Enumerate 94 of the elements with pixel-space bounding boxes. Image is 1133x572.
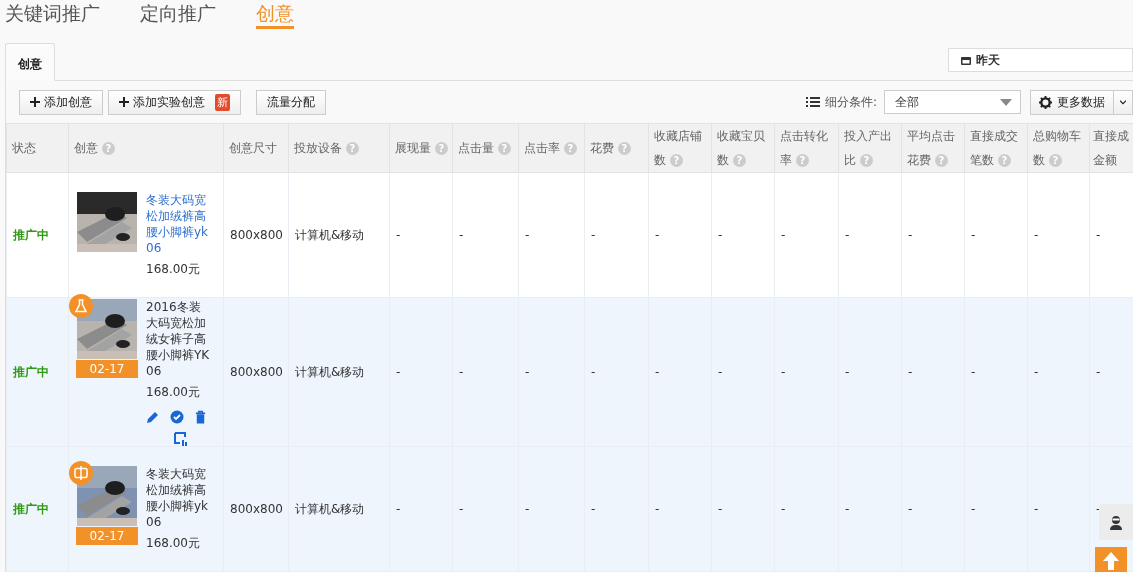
column-header: 总购物车 数 ? <box>1027 123 1090 173</box>
status-cell: 推广中 <box>6 172 69 298</box>
toolbar-button[interactable]: 添加实验创意 新 <box>108 89 241 115</box>
list-icon <box>805 97 820 107</box>
metric-cell: - <box>774 446 839 572</box>
metric-cell: - <box>648 297 712 447</box>
size-cell: 800x800 <box>223 172 289 298</box>
product-title: 2016冬装大码宽松加绒女裤子高腰小脚裤YK06 <box>146 298 211 379</box>
column-header: 状态 <box>6 123 69 173</box>
metric-cell: - <box>711 172 775 298</box>
new-badge: 新 <box>215 93 230 111</box>
metric-cell: - <box>518 297 585 447</box>
metric-cell: - <box>648 172 712 298</box>
plus-icon <box>119 97 129 107</box>
date-badge: 02-17 <box>76 527 138 545</box>
size-cell: 800x800 <box>223 297 289 447</box>
metric-cell: - <box>774 172 839 298</box>
column-header: 直接成 金额 <box>1089 123 1133 173</box>
device-cell: 计算机&移动 <box>288 172 390 298</box>
calendar-icon <box>961 55 971 65</box>
panel-tab[interactable]: 创意 <box>5 43 55 81</box>
column-header: 平均点击 花费 ? <box>901 123 965 173</box>
filter-select[interactable]: 全部 <box>884 90 1021 114</box>
check-circle-icon[interactable] <box>170 409 184 424</box>
caret-icon <box>1000 98 1012 106</box>
gear-icon <box>1039 95 1052 109</box>
metric-cell: - <box>1027 172 1090 298</box>
product-title: 冬装大码宽松加绒裤高腰小脚裤yk06 <box>146 466 210 530</box>
column-header: 花费 ? <box>584 123 649 173</box>
column-header: 收藏宝贝 数 ? <box>711 123 775 173</box>
split-icon <box>69 461 93 485</box>
metric-cell: - <box>1089 297 1133 447</box>
date-badge: 02-17 <box>76 359 138 378</box>
date-dropdown[interactable]: 昨天 <box>948 48 1133 72</box>
column-header: 收藏店铺 数 ? <box>648 123 712 173</box>
price: 168.00元 <box>146 535 201 552</box>
metric-cell: - <box>518 172 585 298</box>
column-header: 点击量 ? <box>452 123 519 173</box>
metric-cell: - <box>964 446 1028 572</box>
column-header: 创意 ? <box>68 123 224 173</box>
metric-cell: - <box>1027 297 1090 447</box>
metric-cell: - <box>1027 446 1090 572</box>
column-header: 投入产出 比 ? <box>838 123 902 173</box>
nav-tab[interactable]: 定向推广 <box>140 0 216 26</box>
pencil-icon[interactable] <box>146 409 160 424</box>
status-cell: 推广中 <box>6 297 69 447</box>
metric-cell: - <box>901 297 965 447</box>
column-header: 直接成交 笔数 ? <box>964 123 1028 173</box>
metric-cell: - <box>964 172 1028 298</box>
price: 168.00元 <box>146 261 201 278</box>
flask-icon <box>69 293 93 318</box>
status-cell: 推广中 <box>6 446 69 572</box>
dropdown-button[interactable] <box>1113 89 1133 115</box>
more-data-button[interactable]: 更多数据 <box>1030 89 1114 115</box>
metric-cell: - <box>838 446 902 572</box>
metric-cell: - <box>584 172 649 298</box>
up-arrow-icon <box>1103 552 1119 570</box>
metric-cell: - <box>452 446 519 572</box>
metric-cell: - <box>389 446 453 572</box>
toolbar-button[interactable]: 添加创意 <box>19 89 103 115</box>
metric-cell: - <box>452 297 519 447</box>
product-title[interactable]: 冬装大码宽松加绒裤高腰小脚裤yk06 <box>146 192 212 256</box>
metric-cell: - <box>584 297 649 447</box>
size-cell: 800x800 <box>223 446 289 572</box>
price: 168.00元 <box>146 383 201 401</box>
headset-person-icon <box>1108 514 1124 530</box>
column-header: 点击转化 率 ? <box>774 123 839 173</box>
metric-cell: - <box>648 446 712 572</box>
metric-cell: - <box>774 297 839 447</box>
metric-cell: - <box>901 446 965 572</box>
trash-icon[interactable] <box>194 409 207 424</box>
metric-cell: - <box>711 446 775 572</box>
toolbar-button[interactable]: 流量分配 <box>256 89 326 115</box>
metric-cell: - <box>711 297 775 447</box>
metric-cell: - <box>389 297 453 447</box>
metric-cell: - <box>584 446 649 572</box>
plus-icon <box>30 97 40 107</box>
caret-icon <box>1120 99 1126 105</box>
metric-cell: - <box>452 172 519 298</box>
metric-cell: - <box>389 172 453 298</box>
column-header: 展现量 ? <box>389 123 453 173</box>
column-header: 投放设备 ? <box>288 123 390 173</box>
column-header: 创意尺寸 <box>223 123 289 173</box>
metric-cell: - <box>518 446 585 572</box>
column-header: 点击率 ? <box>518 123 585 173</box>
customer-service-button[interactable] <box>1099 504 1133 540</box>
metric-cell: - <box>901 172 965 298</box>
metric-cell: - <box>838 172 902 298</box>
device-cell: 计算机&移动 <box>288 446 390 572</box>
device-cell: 计算机&移动 <box>288 297 390 447</box>
filter-label: 细分条件: <box>824 93 877 111</box>
metric-cell: - <box>964 297 1028 447</box>
nav-tab[interactable]: 关键词推广 <box>5 0 100 26</box>
metric-cell: - <box>838 297 902 447</box>
